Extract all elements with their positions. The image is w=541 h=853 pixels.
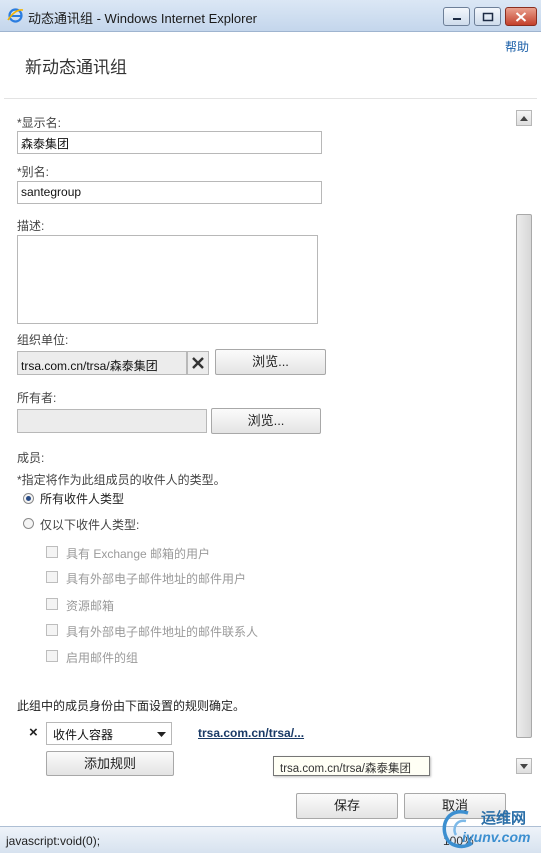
checkbox-mail-users[interactable] — [46, 571, 58, 583]
radio-only-following-label: 仅以下收件人类型: — [40, 518, 140, 532]
rule-condition-value: 收件人容器 — [53, 728, 114, 742]
description-textarea[interactable] — [17, 235, 318, 324]
checkbox-resource-mailbox[interactable] — [46, 598, 58, 610]
radio-only-following[interactable] — [23, 518, 34, 529]
maximize-icon — [482, 12, 493, 21]
chevron-up-icon — [520, 116, 528, 121]
alias-label: *别名: — [17, 165, 50, 179]
org-unit-field: trsa.com.cn/trsa/森泰集团 — [17, 351, 187, 375]
chevron-down-icon — [157, 732, 166, 737]
owner-field — [17, 409, 207, 433]
display-name-input[interactable]: 森泰集团 — [17, 131, 322, 154]
tooltip: trsa.com.cn/trsa/森泰集团 — [273, 756, 430, 776]
watermark-domain: iyunv.com — [462, 829, 531, 845]
alias-input[interactable]: santegroup — [17, 181, 322, 204]
ie-icon — [7, 8, 24, 23]
checkbox-mail-users-label: 具有外部电子邮件地址的邮件用户 — [66, 572, 247, 586]
chevron-down-icon — [520, 764, 528, 769]
checkbox-mail-contacts[interactable] — [46, 624, 58, 636]
close-icon — [515, 11, 527, 22]
rule-value-link[interactable]: trsa.com.cn/trsa/... — [198, 726, 304, 740]
checkbox-exchange-mailbox-users-label: 具有 Exchange 邮箱的用户 — [66, 547, 211, 561]
header-divider — [4, 98, 537, 99]
org-unit-label: 组织单位: — [17, 333, 69, 347]
remove-rule-button[interactable]: × — [29, 724, 38, 741]
display-name-label: *显示名: — [17, 116, 62, 130]
checkbox-mail-contacts-label: 具有外部电子邮件地址的邮件联系人 — [66, 625, 259, 639]
minimize-icon — [452, 17, 461, 20]
status-text: javascript:void(0); — [6, 834, 101, 848]
maximize-button[interactable] — [474, 7, 501, 26]
radio-all-recipients[interactable] — [23, 493, 34, 504]
members-instruction: *指定将作为此组成员的收件人的类型。 — [17, 473, 226, 487]
help-link[interactable]: 帮助 — [505, 38, 529, 55]
checkbox-mail-enabled-groups-label: 启用邮件的组 — [66, 651, 139, 665]
minimize-button[interactable] — [443, 7, 470, 26]
browse-owner-button[interactable]: 浏览... — [211, 408, 321, 434]
radio-all-recipients-label: 所有收件人类型 — [40, 492, 125, 506]
clear-org-unit-button[interactable] — [187, 351, 209, 375]
close-icon — [192, 357, 204, 369]
watermark-logo: 运维网 iyunv.com — [438, 803, 538, 853]
page-title: 新动态通讯组 — [25, 58, 127, 77]
scroll-down-button[interactable] — [516, 758, 532, 774]
window-title: 动态通讯组 - Windows Internet Explorer — [28, 11, 258, 26]
checkbox-resource-mailbox-label: 资源邮箱 — [66, 599, 115, 613]
checkbox-exchange-mailbox-users[interactable] — [46, 546, 58, 558]
save-button[interactable]: 保存 — [296, 793, 398, 819]
owner-label: 所有者: — [17, 391, 57, 405]
window-titlebar: 动态通讯组 - Windows Internet Explorer — [0, 0, 541, 32]
rules-note: 此组中的成员身份由下面设置的规则确定。 — [17, 699, 246, 713]
watermark-title: 运维网 — [481, 810, 527, 827]
browse-org-unit-button[interactable]: 浏览... — [215, 349, 326, 375]
scroll-up-button[interactable] — [516, 110, 532, 126]
add-rule-button[interactable]: 添加规则 — [46, 751, 174, 776]
members-label: 成员: — [17, 451, 45, 465]
vertical-scrollbar[interactable] — [516, 110, 532, 775]
checkbox-mail-enabled-groups[interactable] — [46, 650, 58, 662]
description-label: 描述: — [17, 219, 45, 233]
rule-condition-select[interactable]: 收件人容器 — [46, 722, 172, 745]
close-window-button[interactable] — [505, 7, 537, 26]
scroll-thumb[interactable] — [516, 214, 532, 738]
